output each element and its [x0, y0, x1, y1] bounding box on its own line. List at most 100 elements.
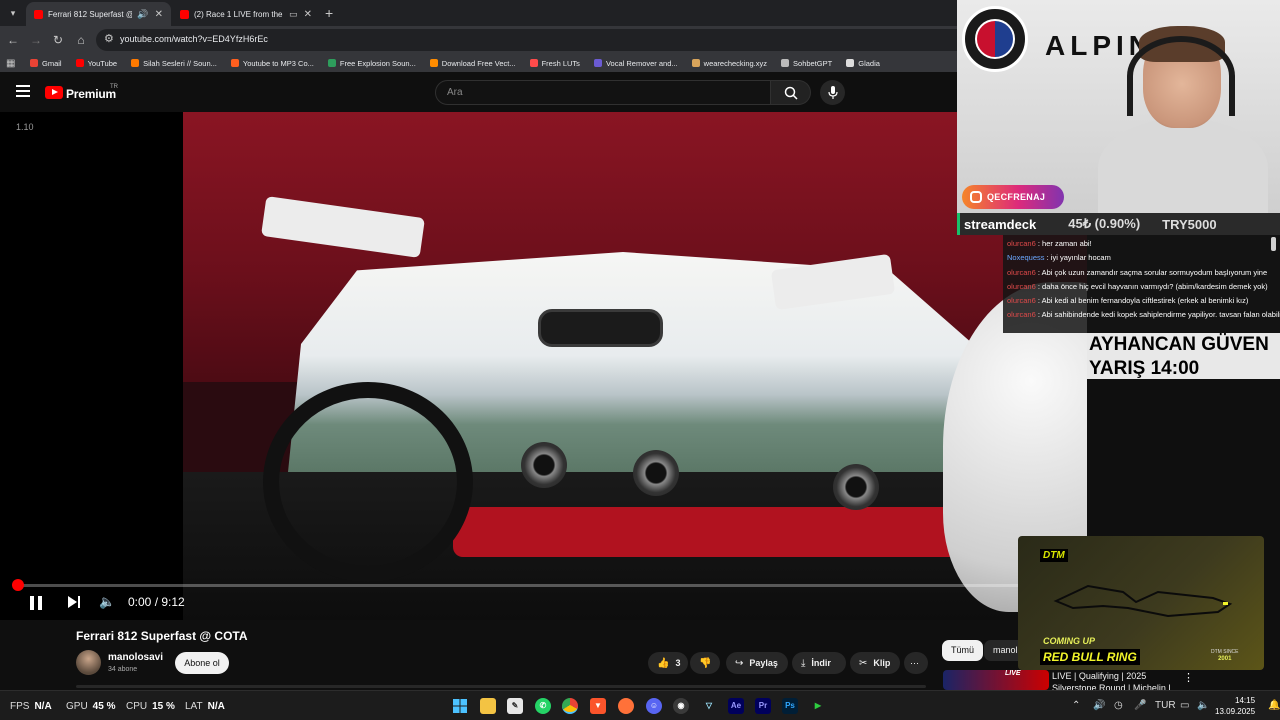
streamlabs-icon[interactable]: ▶ — [810, 698, 826, 714]
video-frame-ferrari-interior[interactable] — [183, 112, 1087, 620]
streamer-shirt — [1098, 118, 1268, 218]
bookmark-item[interactable]: Silah Sesleri // Soun... — [131, 59, 217, 68]
pause-icon — [38, 596, 42, 610]
dtm-promo-card: DTM COMING UP RED BULL RING DTM SINCE 20… — [1018, 536, 1264, 670]
close-tab-icon[interactable]: ✕ — [304, 9, 312, 20]
coming-up-label: COMING UP — [1043, 636, 1096, 646]
bookmark-item[interactable]: Youtube to MP3 Co... — [230, 59, 314, 68]
alpina-emblem — [962, 6, 1028, 72]
next-video-button[interactable] — [67, 595, 81, 609]
reload-icon[interactable]: ↻ — [50, 32, 66, 48]
tray-network-icon[interactable]: ◷ — [1114, 700, 1123, 711]
forward-arrow-icon[interactable]: → — [28, 32, 44, 48]
back-arrow-icon[interactable]: ← — [5, 32, 21, 48]
picture-in-picture-icon[interactable]: ▭ — [289, 9, 298, 20]
donation-ticker: streamdeck 45₺ (0.90%) TRY5000 — [957, 213, 1280, 235]
site-info-icon[interactable]: ⚙ — [104, 32, 114, 45]
youtube-logo-icon[interactable] — [45, 86, 63, 99]
share-label: Paylaş — [749, 658, 778, 668]
bookmark-item[interactable]: YouTube — [75, 59, 117, 68]
bookmark-item[interactable]: Fresh LUTs — [529, 59, 580, 68]
apps-grid-icon[interactable]: ▦ — [6, 58, 18, 69]
brave-icon[interactable]: ▼ — [590, 698, 606, 714]
download-button[interactable]: ⤓ İndir — [792, 652, 846, 674]
chat-username: olurcan6 — [1007, 310, 1036, 320]
clip-button[interactable]: ✂ Klip — [850, 652, 900, 674]
progress-scrubber[interactable] — [12, 579, 24, 591]
download-label: İndir — [811, 658, 831, 668]
video-player[interactable]: 1.10 🔈 0:00 / 9:12 — [0, 112, 1087, 620]
language-indicator[interactable]: TUR — [1155, 700, 1176, 711]
youtube-favicon-icon — [34, 9, 43, 19]
windows-start-icon[interactable] — [452, 698, 468, 714]
channel-name[interactable]: manolosavi — [108, 652, 163, 663]
bookmark-label: Gladia — [858, 58, 880, 68]
bookmark-item[interactable]: wearechecking.xyz — [691, 59, 767, 68]
tray-overflow-icon[interactable]: ⌃ — [1072, 700, 1080, 711]
voice-search-button[interactable] — [820, 80, 845, 105]
close-tab-icon[interactable]: ✕ — [155, 9, 163, 20]
share-button[interactable]: ↪ Paylaş — [726, 652, 788, 674]
bookmark-item[interactable]: Download Free Vect... — [429, 59, 516, 68]
filter-chip-all[interactable]: Tümü — [942, 640, 984, 661]
premiere-icon[interactable]: Pr — [755, 698, 771, 714]
time-display: 0:00 / 9:12 — [128, 595, 185, 609]
system-clock[interactable]: 14:15 13.09.2025 — [1215, 695, 1255, 717]
after-effects-icon[interactable]: Ae — [728, 698, 744, 714]
recommendation-thumbnail[interactable] — [943, 670, 1049, 690]
tray-mic-icon[interactable]: 🎤 — [1134, 700, 1146, 711]
search-input[interactable]: Ara — [435, 80, 771, 105]
pause-button[interactable] — [28, 594, 44, 612]
notepad-icon[interactable]: ✎ — [507, 698, 523, 714]
bookmark-item[interactable]: Gladia — [846, 59, 880, 68]
menu-icon[interactable] — [16, 85, 30, 100]
bookmark-list: Gmail YouTube Silah Sesleri // Soun... Yout… — [30, 59, 894, 68]
dtm-since-year: 2001 — [1218, 656, 1232, 662]
bookmark-favicon-icon — [529, 59, 538, 67]
subscribe-button[interactable]: Abone ol — [175, 652, 229, 674]
chat-scrollbar[interactable] — [1271, 237, 1276, 251]
pause-icon — [30, 596, 34, 610]
search-button[interactable] — [771, 80, 811, 105]
discord-icon[interactable]: ☺ — [646, 698, 662, 714]
volume-icon[interactable]: 🔈 — [99, 594, 115, 610]
chat-text: iyi yayınlar hocam — [1050, 253, 1111, 263]
channel-avatar[interactable] — [76, 650, 101, 675]
tab-race-live[interactable]: (2) Race 1 LIVE from the Re ▭ ✕ — [172, 2, 320, 26]
clock-time: 14:15 — [1235, 696, 1256, 705]
progress-bar[interactable] — [16, 584, 1071, 587]
obs-icon[interactable]: ◉ — [673, 698, 689, 714]
youtube-premium-label[interactable]: Premium — [66, 87, 116, 101]
whatsapp-icon[interactable]: ✆ — [535, 698, 551, 714]
tab-title: (2) Race 1 LIVE from the Re — [194, 9, 284, 19]
like-button[interactable]: 👍 3 — [648, 652, 688, 674]
more-vertical-icon[interactable]: ⋮ — [1183, 671, 1194, 684]
home-icon[interactable]: ⌂ — [73, 32, 89, 48]
bookmark-item[interactable]: Gmail — [30, 59, 62, 68]
thumbs-up-icon: 👍 — [657, 657, 670, 669]
bookmark-item[interactable]: Free Explosion Soun... — [327, 59, 416, 68]
url-text: youtube.com/watch?v=ED4YfzH6rEc — [120, 34, 268, 44]
file-explorer-icon[interactable] — [480, 698, 496, 714]
tray-volume-icon[interactable]: 🔊 — [1093, 700, 1105, 711]
fps-readout: FPS N/A — [10, 701, 52, 712]
new-tab-button[interactable]: + — [325, 5, 333, 21]
tray-display-icon[interactable]: ▭ — [1180, 700, 1189, 711]
tab-title: Ferrari 812 Superfast @ CO — [48, 9, 132, 19]
chrome-icon[interactable] — [562, 698, 578, 714]
bookmark-label: Gmail — [42, 58, 62, 68]
tab-search-icon[interactable]: ▾ — [6, 6, 20, 20]
tray-speaker-icon[interactable]: 🔈 — [1197, 700, 1209, 711]
audio-playing-icon[interactable]: 🔊 — [137, 9, 148, 20]
photoshop-icon[interactable]: Ps — [782, 698, 798, 714]
tab-ferrari-video[interactable]: Ferrari 812 Superfast @ CO 🔊 ✕ — [26, 2, 171, 26]
bookmark-item[interactable]: SohbetGPT — [781, 59, 832, 68]
bookmark-label: Vocal Remover and... — [605, 58, 678, 68]
firefox-icon[interactable] — [618, 698, 634, 714]
more-actions-button[interactable]: ⋯ — [904, 652, 928, 674]
dislike-button[interactable]: 👎 — [690, 652, 720, 674]
bookmark-item[interactable]: Vocal Remover and... — [593, 58, 678, 68]
race-banner-time: YARIŞ 14:00 — [1089, 358, 1200, 379]
notification-bell-icon[interactable]: 🔔 — [1268, 700, 1280, 711]
valorant-icon[interactable]: ▽ — [701, 698, 717, 714]
